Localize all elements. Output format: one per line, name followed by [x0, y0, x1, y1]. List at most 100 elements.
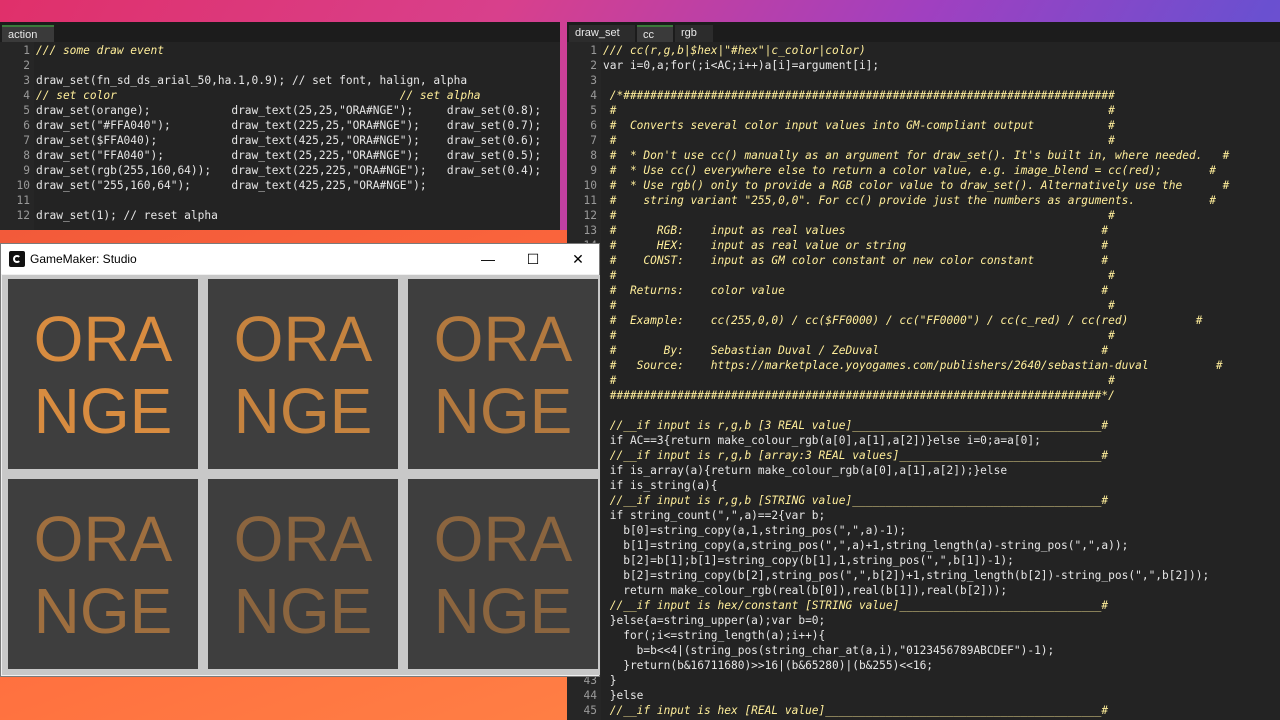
line-number: 7: [590, 134, 597, 147]
tab-draw-set[interactable]: draw_set: [569, 25, 635, 42]
code-text: # * Use rgb() only to provide a RGB colo…: [603, 179, 1230, 192]
code-line[interactable]: 43 }: [567, 673, 1280, 688]
game-window[interactable]: GameMaker: Studio — ☐ ✕ ORA NGE ORA NGE ORA N…: [0, 243, 600, 677]
cell-text-line2: NGE: [33, 575, 173, 647]
code-line[interactable]: 1 /// some draw event: [0, 43, 560, 58]
code-line[interactable]: 1 /// cc(r,g,b|$hex|"#hex"|c_color|color): [567, 43, 1280, 58]
maximize-button[interactable]: ☐: [510, 244, 556, 274]
code-line[interactable]: 3 draw_set(fn_sd_ds_arial_50,ha.1,0.9); /…: [0, 73, 560, 88]
code-line[interactable]: 42 }return(b&16711680)>>16|(b&65280)|(b&…: [567, 658, 1280, 673]
code-text: }else: [603, 689, 644, 702]
cell-text-line1: ORA: [433, 503, 573, 575]
code-line[interactable]: 17 # Returns: color value #: [567, 283, 1280, 298]
code-line[interactable]: 7 # #: [567, 133, 1280, 148]
line-number: 8: [590, 149, 597, 162]
code-line[interactable]: 12 draw_set(1); // reset alpha: [0, 208, 560, 223]
code-line[interactable]: 41 b=b<<4|(string_pos(string_char_at(a,i…: [567, 643, 1280, 658]
code-line[interactable]: 2 var i=0,a;for(;i<AC;i++)a[i]=argument[i…: [567, 58, 1280, 73]
code-text: }: [603, 674, 617, 687]
code-line[interactable]: 18 # #: [567, 298, 1280, 313]
code-area[interactable]: 1 /// some draw event 2 3 draw_set(fn_sd_ds_…: [0, 42, 560, 230]
code-text: draw_set("255,160,64"); draw_text(425,22…: [36, 179, 427, 192]
code-line[interactable]: 5 # #: [567, 103, 1280, 118]
code-line[interactable]: 11: [0, 193, 560, 208]
code-line[interactable]: 3: [567, 73, 1280, 88]
code-line[interactable]: 44 }else: [567, 688, 1280, 703]
code-line[interactable]: 20 # #: [567, 328, 1280, 343]
code-line[interactable]: 39 }else{a=string_upper(a);var b=0;: [567, 613, 1280, 628]
close-button[interactable]: ✕: [555, 244, 601, 274]
gamemaker-logo-icon: [9, 251, 25, 267]
code-text: # #: [603, 209, 1115, 222]
code-line[interactable]: 23 # #: [567, 373, 1280, 388]
code-text: }else{a=string_upper(a);var b=0;: [603, 614, 826, 627]
line-number: 2: [23, 59, 30, 72]
code-line[interactable]: 13 # RGB: input as real values #: [567, 223, 1280, 238]
code-line[interactable]: 34 b[1]=string_copy(a,string_pos(",",a)+…: [567, 538, 1280, 553]
code-text: //__if input is hex [REAL value]________…: [603, 704, 1109, 717]
minimize-button[interactable]: —: [465, 244, 511, 274]
code-line[interactable]: 30 if is_string(a){: [567, 478, 1280, 493]
code-line[interactable]: 4 /*####################################…: [567, 88, 1280, 103]
code-line[interactable]: 32 if string_count(",",a)==2{var b;: [567, 508, 1280, 523]
code-text: # Converts several color input values in…: [603, 119, 1115, 132]
code-line[interactable]: 21 # By: Sebastian Duval / ZeDuval #: [567, 343, 1280, 358]
code-line[interactable]: 10 # * Use rgb() only to provide a RGB c…: [567, 178, 1280, 193]
code-editor-cc[interactable]: draw_set cc rgb 1 /// cc(r,g,b|$hex|"#hex…: [567, 22, 1280, 720]
code-line[interactable]: 37 return make_colour_rgb(real(b[0]),rea…: [567, 583, 1280, 598]
code-line[interactable]: 38 //__if input is hex/constant [STRING …: [567, 598, 1280, 613]
cell-text-line2: NGE: [433, 375, 573, 447]
code-line[interactable]: 35 b[2]=b[1];b[1]=string_copy(b[1],1,str…: [567, 553, 1280, 568]
code-line[interactable]: 5 draw_set(orange); draw_text(25,25,"ORA#…: [0, 103, 560, 118]
code-line[interactable]: 6 # Converts several color input values …: [567, 118, 1280, 133]
line-number: 5: [23, 104, 30, 117]
code-line[interactable]: 33 b[0]=string_copy(a,1,string_pos(",",a…: [567, 523, 1280, 538]
code-line[interactable]: 8 draw_set("FFA040"); draw_text(25,225,"O…: [0, 148, 560, 163]
code-line[interactable]: 27 if AC==3{return make_colour_rgb(a[0],…: [567, 433, 1280, 448]
code-text: //__if input is r,g,b [3 REAL value]____…: [603, 419, 1109, 432]
code-line[interactable]: 40 for(;i<=string_length(a);i++){: [567, 628, 1280, 643]
code-line[interactable]: 7 draw_set($FFA040); draw_text(425,25,"OR…: [0, 133, 560, 148]
code-line[interactable]: 36 b[2]=string_copy(b[2],string_pos(",",…: [567, 568, 1280, 583]
code-line[interactable]: 24 #####################################…: [567, 388, 1280, 403]
code-line[interactable]: 45 //__if input is hex [REAL value]_____…: [567, 703, 1280, 718]
code-line[interactable]: 14 # HEX: input as real value or string …: [567, 238, 1280, 253]
line-number: 12: [16, 209, 30, 222]
tab-action[interactable]: action: [2, 25, 54, 42]
code-text: draw_set(1); // reset alpha: [36, 209, 218, 222]
code-line[interactable]: 26 //__if input is r,g,b [3 REAL value]_…: [567, 418, 1280, 433]
code-text: for(;i<=string_length(a);i++){: [603, 629, 826, 642]
code-line[interactable]: 22 # Source: https://marketplace.yoyogam…: [567, 358, 1280, 373]
code-line[interactable]: 31 //__if input is r,g,b [STRING value]_…: [567, 493, 1280, 508]
window-title-bar[interactable]: GameMaker: Studio — ☐ ✕: [1, 244, 599, 274]
orange-text-cell: ORA NGE: [8, 479, 198, 669]
code-line[interactable]: 8 # * Don't use cc() manually as an argu…: [567, 148, 1280, 163]
code-line[interactable]: 12 # #: [567, 208, 1280, 223]
code-line[interactable]: 10 draw_set("255,160,64"); draw_text(425,…: [0, 178, 560, 193]
code-line[interactable]: 25: [567, 403, 1280, 418]
cell-text-line1: ORA: [33, 503, 173, 575]
code-line[interactable]: 4 // set color // set alpha: [0, 88, 560, 103]
code-line[interactable]: 6 draw_set("#FFA040"); draw_text(225,25,"…: [0, 118, 560, 133]
code-line[interactable]: 29 if is_array(a){return make_colour_rgb…: [567, 463, 1280, 478]
code-line[interactable]: 19 # Example: cc(255,0,0) / cc($FF0000) …: [567, 313, 1280, 328]
orange-text-cell: ORA NGE: [208, 479, 398, 669]
game-canvas[interactable]: ORA NGE ORA NGE ORA NGE ORA NGE ORA NGE ORA NGE: [2, 275, 600, 675]
cell-text-line1: ORA: [233, 303, 373, 375]
code-text: /*######################################…: [603, 89, 1115, 102]
code-line[interactable]: 11 # string variant "255,0,0". For cc() …: [567, 193, 1280, 208]
code-line[interactable]: 15 # CONST: input as GM color constant o…: [567, 253, 1280, 268]
cell-text-line2: NGE: [433, 575, 573, 647]
code-editor-action[interactable]: action 1 /// some draw event 2 3 draw_set(fn…: [0, 22, 560, 230]
code-area[interactable]: 1 /// cc(r,g,b|$hex|"#hex"|c_color|color)…: [567, 42, 1280, 720]
cell-text-line1: ORA: [433, 303, 573, 375]
tab-rgb[interactable]: rgb: [675, 25, 713, 42]
code-line[interactable]: 9 draw_set(rgb(255,160,64)); draw_text(22…: [0, 163, 560, 178]
code-line[interactable]: 16 # #: [567, 268, 1280, 283]
code-line[interactable]: 28 //__if input is r,g,b [array:3 REAL v…: [567, 448, 1280, 463]
code-line[interactable]: 2: [0, 58, 560, 73]
code-text: b[2]=string_copy(b[2],string_pos(",",b[2…: [603, 569, 1210, 582]
code-line[interactable]: 9 # * Use cc() everywhere else to return…: [567, 163, 1280, 178]
tab-cc[interactable]: cc: [637, 25, 673, 42]
code-text: # string variant "255,0,0". For cc() pro…: [603, 194, 1216, 207]
